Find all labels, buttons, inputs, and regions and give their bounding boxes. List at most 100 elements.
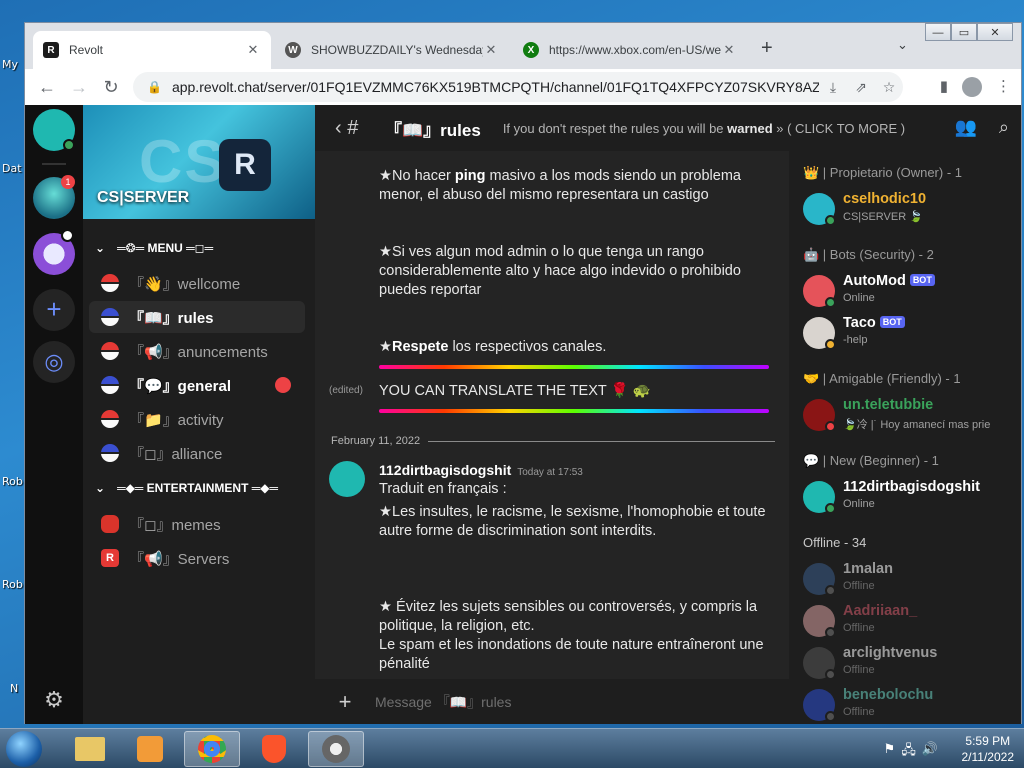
taskbar-explorer-icon[interactable] xyxy=(62,731,118,767)
network-icon[interactable]: 🖧 xyxy=(901,741,916,763)
channel-rules[interactable]: 『📖』rules xyxy=(89,301,305,333)
channel-servers[interactable]: R 『📢』Servers xyxy=(89,542,305,574)
tab-search-chevron-icon[interactable]: ⌄ xyxy=(897,37,908,53)
member-status: Online xyxy=(843,292,875,304)
member-name: AutoMod BOT xyxy=(843,273,935,289)
new-tab-button[interactable]: + xyxy=(761,37,773,60)
settings-gear-icon[interactable]: ⚙ xyxy=(33,679,75,721)
member-item[interactable]: AutoMod BOT Online xyxy=(803,273,1013,309)
member-name: Aadriiaan_ xyxy=(843,603,918,619)
volume-icon[interactable]: 🔊 xyxy=(922,741,938,763)
taskbar-media-player-icon[interactable] xyxy=(122,731,178,767)
maximize-button[interactable]: ▭ xyxy=(951,23,977,41)
channel-wellcome[interactable]: 『👋』wellcome xyxy=(89,267,305,299)
member-item[interactable]: benebolochu Offline xyxy=(803,687,1013,723)
window-controls: — ▭ ✕ xyxy=(925,23,1013,41)
pokeball-icon xyxy=(101,410,119,428)
member-status: Offline xyxy=(843,580,875,592)
search-icon[interactable]: ⌕ xyxy=(999,117,1009,138)
share-icon[interactable]: ⇗ xyxy=(847,79,875,96)
pokeball-icon xyxy=(101,444,119,462)
server-name[interactable]: CS|SERVER xyxy=(97,189,189,207)
member-item[interactable]: 1malan Offline xyxy=(803,561,1013,597)
lock-icon[interactable]: 🔒 xyxy=(147,80,162,94)
message-text: ★No hacer ping masivo a los mods siendo … xyxy=(379,167,779,205)
channel-anuncements[interactable]: 『📢』anuncements xyxy=(89,335,305,367)
address-bar[interactable]: 🔒 app.revolt.chat/server/01FQ1EVZMMC76KX… xyxy=(133,72,903,102)
message-author[interactable]: 112dirtbagisdogshit Today at 17:53 xyxy=(379,462,583,478)
member-item[interactable]: cselhodic10 CS|SERVER 🍃 xyxy=(803,191,1013,227)
message-text: Traduit en français : xyxy=(379,481,507,497)
status-dot-icon xyxy=(825,585,836,596)
member-item[interactable]: arclightvenus Offline xyxy=(803,645,1013,681)
member-status: Online xyxy=(843,498,875,510)
channel-general[interactable]: 『💬』general xyxy=(89,369,305,401)
desktop-icon-label[interactable]: Rob xyxy=(2,578,23,591)
tab-close-icon[interactable]: ✕ xyxy=(245,42,261,58)
channel-label: 『📢』Servers xyxy=(129,550,230,568)
tab-showbuzzdaily[interactable]: W SHOWBUZZDAILY's Wednesday ... ✕ xyxy=(275,31,509,69)
bookmark-star-icon[interactable]: ☆ xyxy=(875,79,903,96)
revolt-app: 1 + ◎ ⚙ CS R CS|SERVER ⌄ ═❂═ MENU ═◻═ 『👋… xyxy=(25,105,1021,724)
tab-revolt[interactable]: R Revolt ✕ xyxy=(33,31,271,69)
channel-label: 『💬』general xyxy=(129,377,232,395)
taskbar-chrome-icon[interactable] xyxy=(184,731,240,767)
back-button[interactable]: ← xyxy=(31,77,63,98)
msg-bold: Respete xyxy=(392,339,449,355)
taskbar-brave-icon[interactable] xyxy=(246,731,302,767)
message-text: YOU CAN TRANSLATE THE TEXT 🌹 🐢 xyxy=(379,383,651,399)
message-input[interactable]: Message 『📖』rules xyxy=(375,692,511,712)
taskbar-app-gear-icon[interactable] xyxy=(308,731,364,767)
install-icon[interactable]: ⤓ xyxy=(819,79,847,96)
discover-compass-icon[interactable]: ◎ xyxy=(33,341,75,383)
author-name[interactable]: 112dirtbagisdogshit xyxy=(379,462,511,478)
url-text[interactable]: app.revolt.chat/server/01FQ1EVZMMC76KX51… xyxy=(172,79,819,95)
status-dot-icon xyxy=(825,421,836,432)
tab-close-icon[interactable]: ✕ xyxy=(721,42,737,58)
member-item[interactable]: Taco BOT -help xyxy=(803,315,1013,351)
profile-avatar-icon[interactable] xyxy=(962,77,982,97)
status-dot-icon xyxy=(825,215,836,226)
flag-icon[interactable]: ⚑ xyxy=(884,741,896,763)
tab-title: https://www.xbox.com/en-US/we... xyxy=(549,43,721,57)
member-item[interactable]: un.teletubbie 🍃冷 |˙ Hoy amanecí mas prie xyxy=(803,397,1013,433)
member-group-label: Offline - 34 xyxy=(803,535,867,550)
start-button[interactable] xyxy=(6,731,42,767)
desktop-icon-label[interactable]: Rob xyxy=(2,475,23,488)
add-server-button[interactable]: + xyxy=(33,289,75,331)
unread-indicator-icon xyxy=(275,377,291,393)
clock[interactable]: 5:59 PM 2/11/2022 xyxy=(962,733,1015,765)
server-unread-badge: 1 xyxy=(61,175,75,189)
category-entertainment[interactable]: ⌄ ═◆═ ENTERTAINMENT ═◆═ xyxy=(95,481,278,495)
tab-xbox[interactable]: X https://www.xbox.com/en-US/we... ✕ xyxy=(513,31,747,69)
avatar[interactable] xyxy=(329,461,365,497)
menu-kebab-icon[interactable]: ⋮ xyxy=(996,77,1011,97)
status-dot-icon xyxy=(825,503,836,514)
divider xyxy=(42,163,66,165)
close-window-button[interactable]: ✕ xyxy=(977,23,1013,41)
message-text: ★Respete los respectivos canales. xyxy=(379,338,779,357)
channel-label: 『◻』alliance xyxy=(129,445,223,463)
tab-close-icon[interactable]: ✕ xyxy=(483,42,499,58)
channel-activity[interactable]: 『📁』activity xyxy=(89,403,305,435)
reload-button[interactable]: ↻ xyxy=(95,77,127,98)
member-item[interactable]: 112dirtbagisdogshit Online xyxy=(803,479,1013,515)
channel-topic[interactable]: If you don't respet the rules you will b… xyxy=(503,121,905,136)
member-item[interactable]: Aadriiaan_ Offline xyxy=(803,603,1013,639)
desktop-icon-label[interactable]: My xyxy=(2,58,18,71)
status-dot-icon xyxy=(825,711,836,722)
minimize-button[interactable]: — xyxy=(925,23,951,41)
status-dot-icon xyxy=(825,339,836,350)
channel-memes[interactable]: 『◻』memes xyxy=(89,508,305,540)
channel-alliance[interactable]: 『◻』alliance xyxy=(89,437,305,469)
desktop-icon-label[interactable]: N xyxy=(10,682,18,695)
side-panel-icon[interactable]: ▮ xyxy=(940,77,948,97)
members-icon[interactable]: 👥 xyxy=(954,117,976,138)
attach-plus-icon[interactable]: + xyxy=(315,689,375,715)
forward-button[interactable]: → xyxy=(63,77,95,98)
channel-title: 『📖』rules xyxy=(385,120,481,140)
desktop-icon-label[interactable]: Dat xyxy=(2,162,22,175)
category-menu[interactable]: ⌄ ═❂═ MENU ═◻═ xyxy=(95,241,213,255)
server-banner[interactable]: CS R CS|SERVER xyxy=(83,105,315,219)
message-text: Le spam et les inondations de toute natu… xyxy=(379,637,764,672)
